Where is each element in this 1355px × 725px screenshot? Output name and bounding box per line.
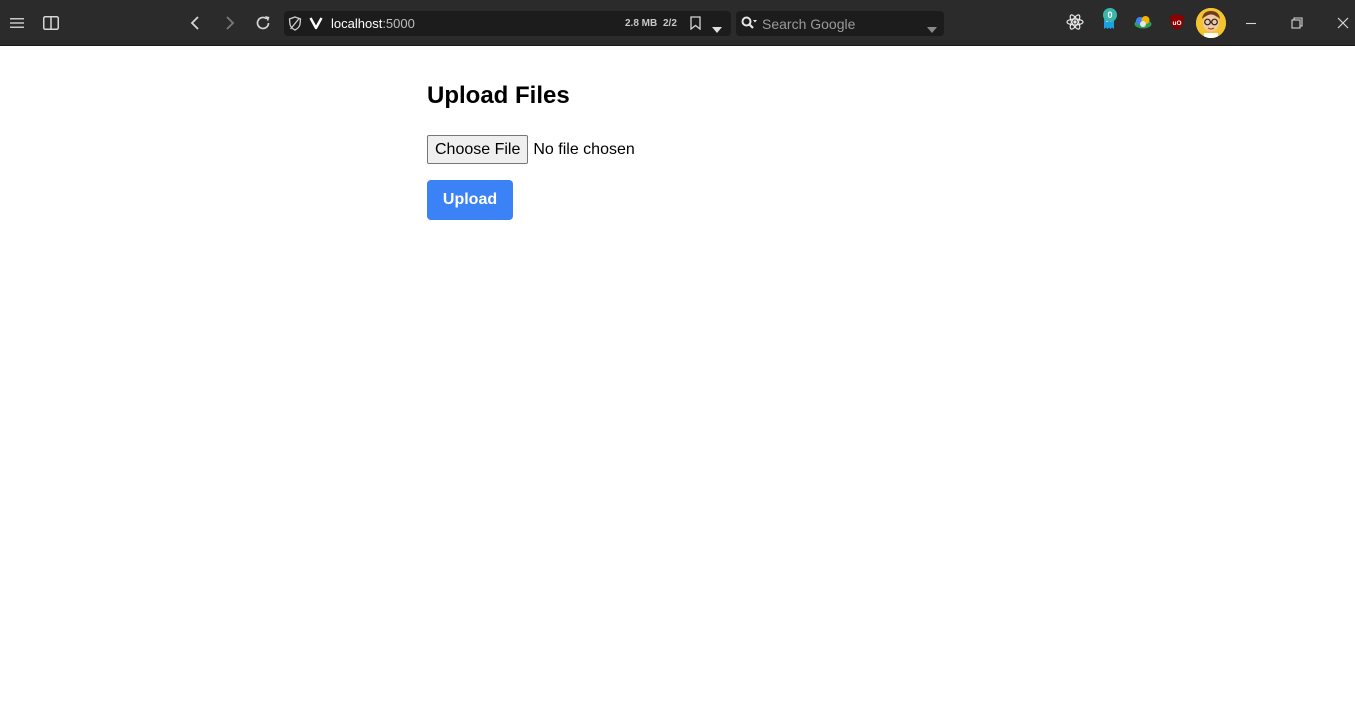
choose-file-button[interactable]: Choose File [427, 135, 529, 164]
svg-text:uO: uO [1172, 20, 1181, 27]
minimize-icon[interactable] [1237, 9, 1265, 37]
restore-icon[interactable] [1283, 9, 1311, 37]
ublock-origin-icon[interactable]: uO [1166, 11, 1188, 33]
panel-toggle-icon[interactable] [37, 9, 65, 37]
search-engine-dropdown-icon[interactable] [927, 20, 937, 38]
forward-icon[interactable] [216, 9, 244, 37]
close-icon[interactable] [1329, 9, 1355, 37]
address-dropdown-icon[interactable] [712, 20, 722, 38]
react-devtools-icon[interactable] [1064, 11, 1086, 33]
address-bar[interactable]: localhost:5000 2.8 MB 2/2 [284, 11, 731, 36]
vivaldi-logo-icon [309, 15, 323, 36]
search-icon [741, 16, 757, 35]
bookmark-icon[interactable] [690, 16, 701, 35]
upload-button[interactable]: Upload [427, 180, 513, 220]
reload-icon[interactable] [249, 9, 277, 37]
page-title: Upload Files [427, 82, 570, 109]
search-input[interactable]: Search Google [762, 16, 855, 32]
search-bar[interactable]: Search Google [736, 11, 944, 36]
tab-count-label: 2/2 [663, 18, 677, 29]
file-input[interactable]: Choose File No file chosen [427, 135, 635, 164]
file-status-text: No file chosen [533, 140, 635, 158]
url-text[interactable]: localhost:5000 [331, 16, 415, 31]
url-host: localhost [331, 16, 383, 31]
ghostery-badge: 0 [1103, 8, 1117, 22]
back-icon[interactable] [181, 9, 209, 37]
tracker-shield-icon[interactable] [288, 16, 302, 36]
menu-icon[interactable] [3, 9, 31, 37]
profile-avatar[interactable] [1196, 8, 1226, 38]
browser-toolbar: localhost:5000 2.8 MB 2/2 Search Google … [0, 0, 1355, 46]
extension-cloud-icon[interactable] [1132, 11, 1154, 33]
url-port: :5000 [382, 16, 415, 31]
page-size-label: 2.8 MB [625, 18, 658, 29]
